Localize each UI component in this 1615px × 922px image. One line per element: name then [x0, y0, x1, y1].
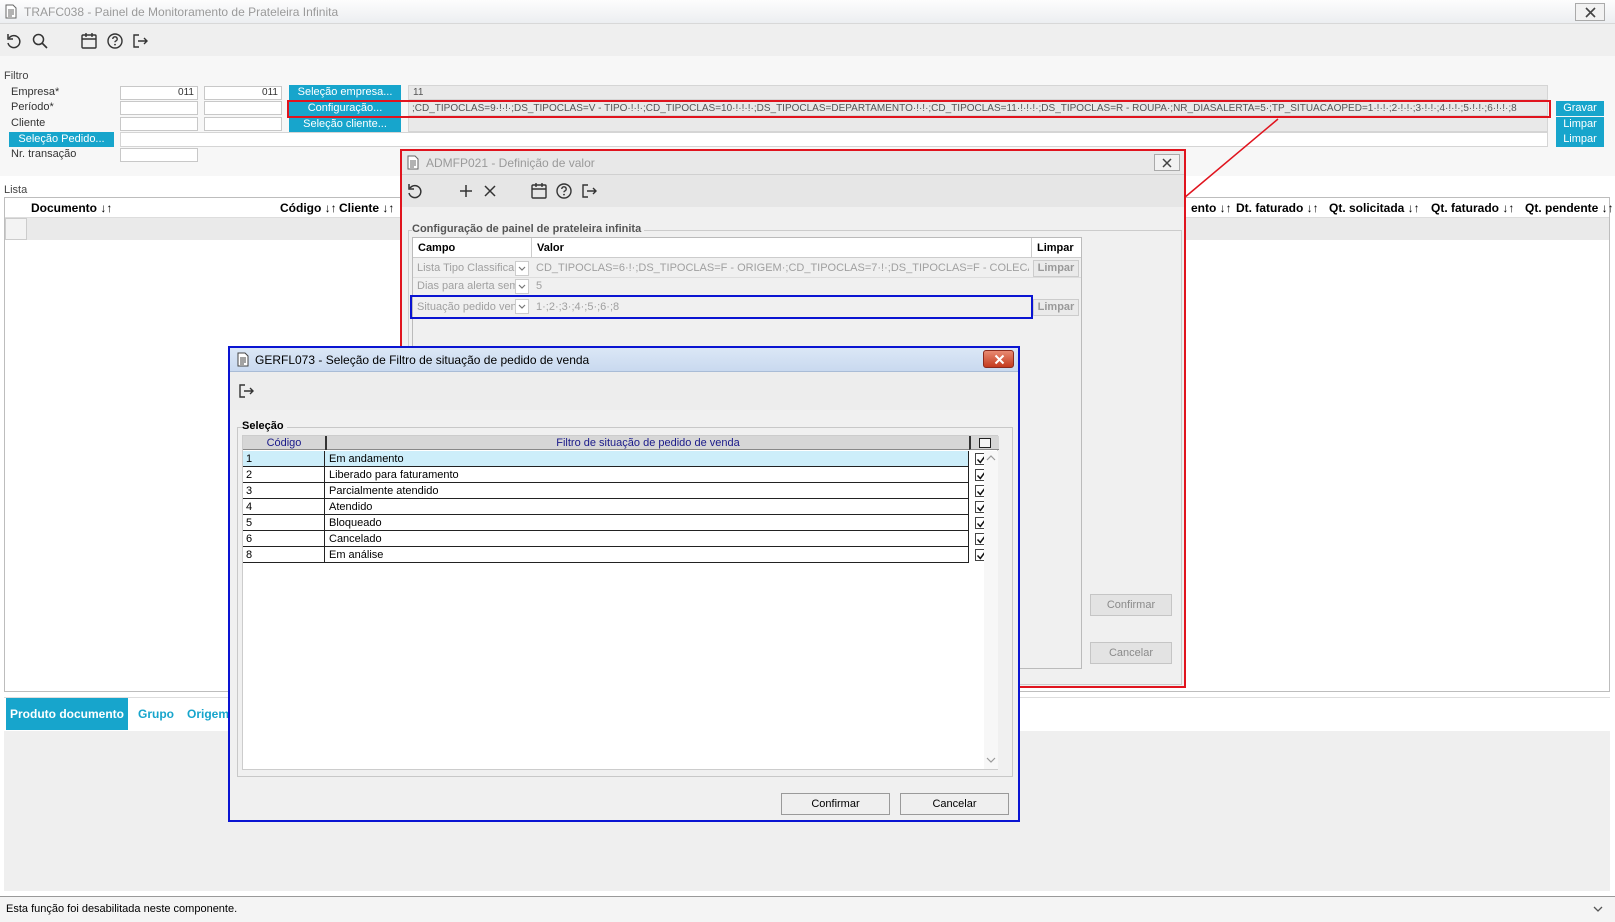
checkbox-cell [969, 531, 987, 547]
admfp-title-bar: ADMFP021 - Definição de valor [402, 151, 1184, 175]
gerfl-select-all-header [969, 436, 999, 450]
descricao-cell: Em andamento [326, 451, 969, 467]
admfp-row[interactable]: Lista Tipo Classifica CD_TIPOCLAS=6·!·;D… [413, 259, 1081, 278]
descricao-cell: Atendido [326, 499, 969, 515]
checkbox-cell [969, 451, 987, 467]
calendar-icon[interactable] [529, 181, 549, 201]
admfp-col-campo: Campo [418, 242, 456, 254]
valor-cell: 5 [536, 280, 543, 292]
chevron-down-icon[interactable] [515, 261, 529, 276]
campo-cell: Dias para alerta sem [417, 280, 515, 292]
gerfl-window: GERFL073 - Seleção de Filtro de situação… [228, 346, 1020, 822]
checkbox-cell [969, 547, 987, 563]
chevron-up-icon[interactable] [986, 454, 996, 462]
gerfl-grid: Código Filtro de situação de pedido de v… [242, 435, 999, 770]
limpar-row-button[interactable]: Limpar [1033, 260, 1079, 277]
admfp-close-button[interactable] [1154, 154, 1180, 171]
exit-icon[interactable] [579, 181, 599, 201]
admfp-confirmar-button[interactable]: Confirmar [1090, 594, 1172, 616]
codigo-cell: 8 [243, 547, 325, 563]
gerfl-scrollbar[interactable] [984, 451, 998, 769]
admfp-row[interactable]: Dias para alerta sem 5 [413, 278, 1081, 296]
checkbox-cell [969, 515, 987, 531]
admfp-col-valor: Valor [537, 242, 564, 254]
gerfl-cancelar-button[interactable]: Cancelar [900, 793, 1009, 815]
gerfl-table-row[interactable]: 3 Parcialmente atendido [243, 483, 969, 499]
gerfl-table-row[interactable]: 8 Em análise [243, 547, 969, 563]
codigo-cell: 1 [243, 451, 325, 467]
codigo-cell: 4 [243, 499, 325, 515]
admfp-col-limpar: Limpar [1037, 242, 1074, 254]
gerfl-close-button[interactable] [983, 350, 1014, 368]
add-icon[interactable] [456, 181, 476, 201]
gerfl-grid-header: Código Filtro de situação de pedido de v… [243, 436, 969, 450]
close-icon [1162, 158, 1172, 168]
chevron-down-icon[interactable] [986, 756, 996, 764]
descricao-cell: Em análise [326, 547, 969, 563]
gerfl-rows: 1 Em andamento 2 Liberado para faturamento 3… [243, 451, 999, 571]
checkbox-cell [969, 467, 987, 483]
col-divider [531, 238, 532, 258]
admfp-cancelar-button[interactable]: Cancelar [1090, 642, 1172, 664]
chevron-down-icon[interactable] [515, 279, 529, 294]
gerfl-confirmar-button[interactable]: Confirmar [781, 793, 890, 815]
admfp-group-title: Configuração de painel de prateleira inf… [412, 223, 645, 235]
gerfl-table-row[interactable]: 4 Atendido [243, 499, 969, 515]
descricao-cell: Liberado para faturamento [326, 467, 969, 483]
admfp-grid-header: Campo Valor Limpar [413, 238, 1081, 258]
gerfl-table-row[interactable]: 5 Bloqueado [243, 515, 969, 531]
gerfl-col-filtro[interactable]: Filtro de situação de pedido de venda [327, 436, 969, 450]
admfp-toolbar [402, 175, 1184, 207]
delete-icon[interactable] [480, 181, 500, 201]
codigo-cell: 2 [243, 467, 325, 483]
codigo-cell: 5 [243, 515, 325, 531]
document-icon [407, 155, 419, 170]
gerfl-title: GERFL073 - Seleção de Filtro de situação… [255, 353, 590, 367]
descricao-cell: Cancelado [326, 531, 969, 547]
undo-icon[interactable] [405, 181, 425, 201]
codigo-cell: 6 [243, 531, 325, 547]
descricao-cell: Parcialmente atendido [326, 483, 969, 499]
valor-cell: CD_TIPOCLAS=6·!·;DS_TIPOCLAS=F - ORIGEM·… [536, 262, 1029, 274]
checkbox-cell [969, 499, 987, 515]
gerfl-table-row[interactable]: 1 Em andamento [243, 451, 969, 467]
select-all-checkbox[interactable] [979, 438, 991, 448]
exit-icon[interactable] [236, 381, 256, 401]
descricao-cell: Bloqueado [326, 515, 969, 531]
close-icon [994, 354, 1005, 365]
gerfl-table-row[interactable]: 2 Liberado para faturamento [243, 467, 969, 483]
gerfl-table-row[interactable]: 6 Cancelado [243, 531, 969, 547]
codigo-cell: 3 [243, 483, 325, 499]
help-icon[interactable] [554, 181, 574, 201]
checkbox-cell [969, 483, 987, 499]
limpar-row-button[interactable]: Limpar [1033, 299, 1079, 316]
col-divider [1031, 238, 1032, 258]
gerfl-title-bar: GERFL073 - Seleção de Filtro de situação… [230, 348, 1018, 372]
situacao-highlight [410, 295, 1033, 319]
document-icon [237, 352, 249, 367]
campo-cell: Lista Tipo Classifica [417, 262, 515, 274]
admfp-title: ADMFP021 - Definição de valor [426, 156, 595, 170]
gerfl-toolbar [230, 372, 1018, 410]
gerfl-col-codigo[interactable]: Código [243, 436, 325, 450]
gerfl-group-title: Seleção [242, 420, 287, 432]
